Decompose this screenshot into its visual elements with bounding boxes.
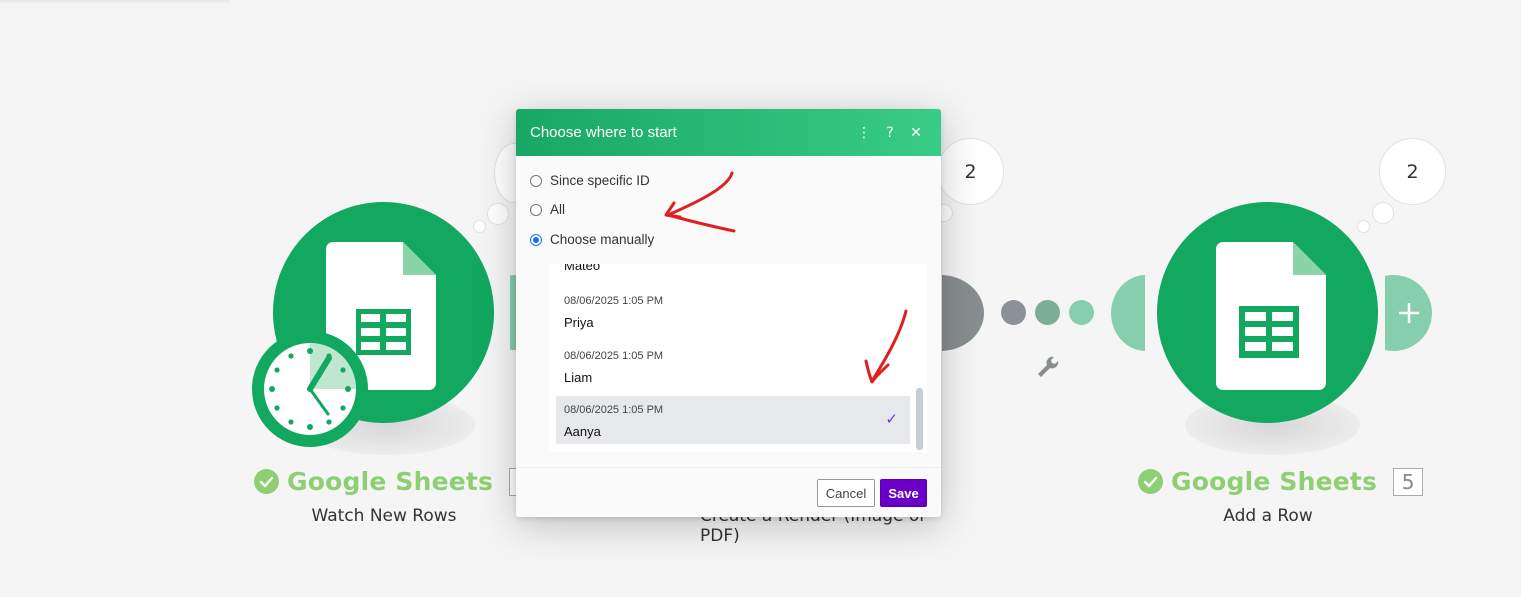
list-item[interactable]: 08/06/2025 1:05 PM Liam [556, 350, 910, 398]
cancel-button[interactable]: Cancel [817, 479, 875, 507]
google-sheets-module-add-row[interactable] [1157, 202, 1378, 423]
google-sheets-icon [1216, 242, 1326, 390]
list-item[interactable]: Mateo [556, 264, 910, 282]
dialog-title: Choose where to start [530, 124, 677, 141]
route-dot [1035, 300, 1060, 325]
list-item-selected[interactable]: 08/06/2025 1:05 PM Aanya ✓ [556, 396, 910, 444]
option-label: Since specific ID [550, 173, 650, 188]
option-since-specific-id[interactable]: Since specific ID [530, 173, 650, 188]
dialog-footer: Cancel Save [516, 467, 941, 517]
row-timestamp: 08/06/2025 1:05 PM [564, 350, 664, 362]
choose-start-dialog: Choose where to start ⋮ ? ✕ Since specif… [516, 109, 941, 517]
row-name: Mateo [564, 264, 601, 273]
check-icon [1138, 469, 1163, 494]
radio-button-selected[interactable] [530, 233, 542, 246]
list-item[interactable]: 08/06/2025 1:05 PM Priya [556, 295, 910, 343]
close-icon[interactable]: ✕ [905, 125, 927, 141]
row-name: Priya [564, 315, 594, 330]
route-dot [1001, 300, 1026, 325]
wrench-icon[interactable] [1034, 352, 1060, 378]
bubble-dot [473, 220, 486, 233]
module-name: Google Sheets [287, 467, 494, 496]
radio-button[interactable] [530, 203, 542, 216]
module-id-badge: 5 [1393, 467, 1424, 496]
rows-list[interactable]: Mateo 08/06/2025 1:05 PM Priya 08/06/202… [549, 264, 927, 452]
clock-trigger-icon[interactable] [251, 330, 369, 448]
operations-bubble: 2 [1379, 138, 1446, 205]
row-name: Liam [564, 370, 593, 385]
operations-bubble: 2 [937, 138, 1004, 205]
option-label: Choose manually [550, 232, 655, 247]
module-title-watch[interactable]: Google Sheets 1 [254, 467, 540, 496]
row-name: Aanya [564, 424, 601, 439]
dialog-header: Choose where to start ⋮ ? ✕ [516, 109, 941, 156]
module-title-add-row[interactable]: Google Sheets 5 [1138, 467, 1424, 496]
row-timestamp: 08/06/2025 1:05 PM [564, 404, 664, 416]
radio-button[interactable] [530, 174, 542, 187]
module-subtitle: Add a Row [1223, 506, 1313, 526]
bubble-dot [487, 203, 509, 225]
option-choose-manually[interactable]: Choose manually [530, 232, 654, 247]
row-timestamp: 08/06/2025 1:05 PM [564, 295, 664, 307]
check-icon [254, 469, 279, 494]
scrollbar-thumb[interactable] [916, 388, 923, 450]
help-icon[interactable]: ? [879, 125, 901, 141]
module-subtitle: Watch New Rows [311, 506, 457, 526]
checkmark-icon: ✓ [885, 411, 898, 428]
toolbar-edge [0, 0, 230, 4]
save-button[interactable]: Save [880, 479, 927, 507]
module-name: Google Sheets [1171, 467, 1378, 496]
option-label: All [550, 202, 566, 217]
more-options-icon[interactable]: ⋮ [853, 125, 875, 141]
plus-icon [1399, 303, 1419, 323]
dialog-body: Since specific ID All Choose manually Ma… [516, 156, 941, 467]
option-all[interactable]: All [530, 202, 565, 217]
route-dot [1069, 300, 1094, 325]
